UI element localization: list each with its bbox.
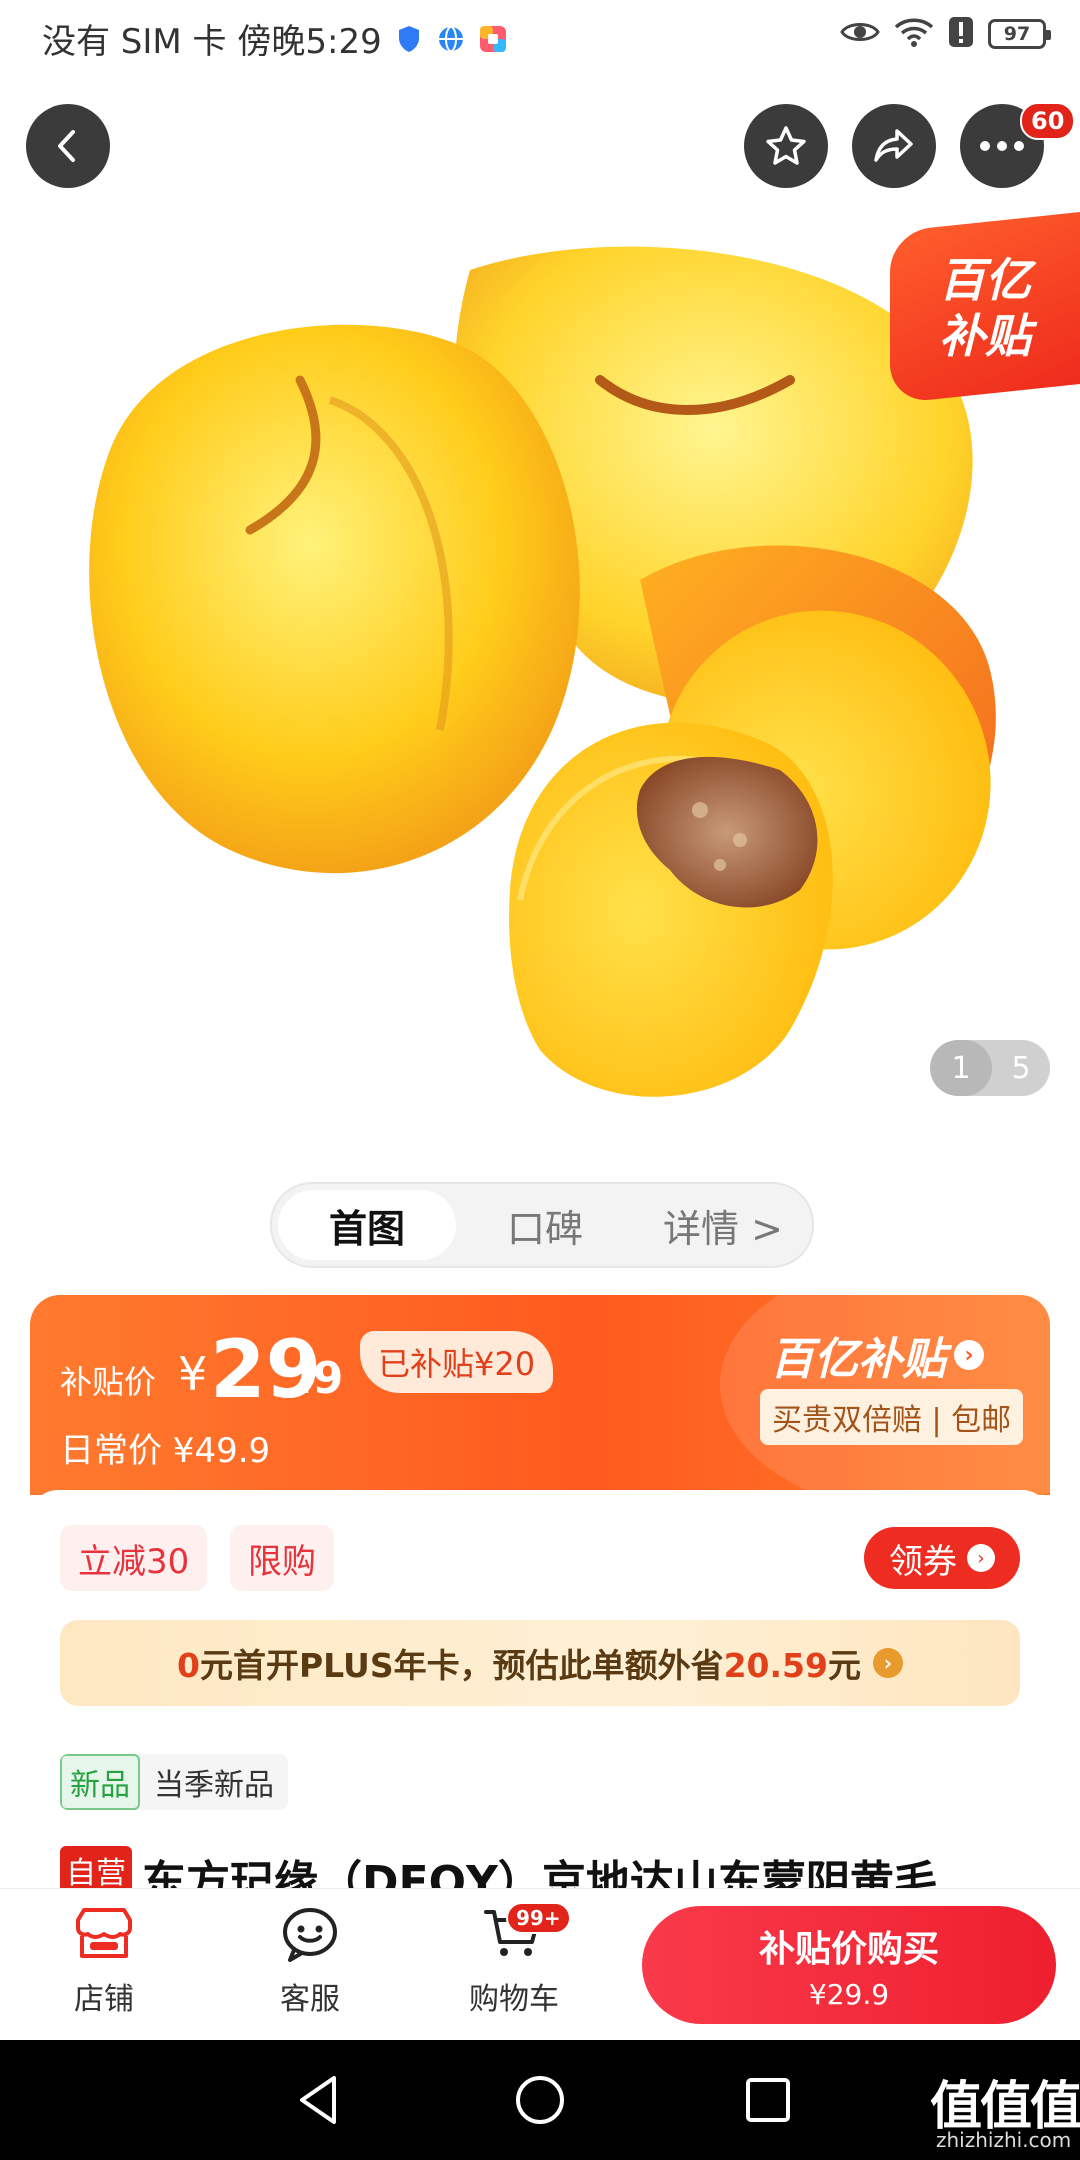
chevron-right-icon: › (872, 1648, 903, 1678)
nav-home-button[interactable] (512, 2072, 568, 2128)
price-label: 补贴价 (60, 1363, 157, 1401)
price-card: 补贴价 ¥ 29 .9 已补贴¥20 日常价 ¥49.9 百亿补贴 › 买贵双倍… (30, 1295, 1050, 1495)
product-title: 东方玘缘（DFQY）京地达山东蒙阴黄毛 (142, 1857, 938, 1888)
new-tag-badge: 新品 (60, 1754, 140, 1810)
chevron-left-icon (58, 130, 75, 162)
site-watermark-url: zhizhizhi.com (936, 2128, 1072, 2152)
square-recents-icon (746, 2078, 790, 2122)
message-count-badge: 60 (1020, 102, 1076, 140)
share-icon (874, 129, 913, 162)
plus-suffix: 元 (827, 1646, 861, 1685)
customer-service-button[interactable]: 客服 (240, 1906, 380, 2018)
self-operated-badge: 自营 (60, 1846, 132, 1888)
chevron-right-icon: › (967, 1544, 995, 1572)
regular-price: 日常价 ¥49.9 (60, 1431, 271, 1471)
new-product-tag: 新品 当季新品 (60, 1754, 288, 1810)
get-coupon-button[interactable]: 领券 › (864, 1527, 1020, 1589)
store-label: 店铺 (74, 1982, 134, 2017)
battery-level: 97 (1003, 23, 1031, 45)
subsidy-badge: 百亿 补贴 (890, 212, 1080, 404)
plus-middle: 元首开PLUS年卡，预估此单额外省 (199, 1646, 724, 1685)
plus-membership-banner[interactable]: 0元首开PLUS年卡，预估此单额外省20.59元 › (60, 1620, 1020, 1706)
chat-face-icon (283, 1908, 337, 1962)
more-dots-icon (980, 141, 1024, 151)
tab-reviews[interactable]: 口碑 (456, 1190, 634, 1260)
limit-chip: 限购 (230, 1525, 334, 1591)
section-tabs: 首图 口碑 详情 > (270, 1182, 814, 1268)
subsidized-amount-tag: 已补贴¥20 (360, 1331, 554, 1393)
new-tag-text: 当季新品 (154, 1768, 274, 1803)
nav-recents-button[interactable] (740, 2072, 796, 2128)
discount-chip: 立减30 (60, 1525, 208, 1591)
page-total: 5 (1011, 1050, 1031, 1086)
star-icon (766, 126, 806, 165)
buy-now-button[interactable]: 补贴价购买 ¥29.9 (642, 1906, 1056, 2024)
tab-main-image[interactable]: 首图 (278, 1190, 456, 1260)
triangle-back-icon (300, 2076, 336, 2124)
app-colorful-icon (478, 24, 508, 54)
app-globe-icon (436, 24, 466, 54)
tab-details[interactable]: 详情 > (634, 1190, 812, 1260)
buy-button-label: 补贴价购买 (758, 1928, 939, 1970)
plus-amount: 20.59 (723, 1646, 828, 1685)
billion-subsidy-link[interactable]: 百亿补贴 › (770, 1323, 984, 1387)
circle-home-icon (516, 2076, 564, 2124)
share-button[interactable] (852, 104, 936, 188)
shield-icon (394, 24, 424, 54)
nav-back-button[interactable] (290, 2072, 346, 2128)
eye-icon (840, 18, 880, 50)
subsidy-badge-line2: 补贴 (939, 309, 1031, 363)
billion-subsidy-logo: 百亿补贴 (770, 1334, 946, 1385)
cart-count-badge: 99+ (506, 1902, 571, 1934)
product-title-row: 自营 东方玘缘（DFQY）京地达山东蒙阴黄毛 (60, 1846, 1050, 1888)
wifi-icon (894, 17, 934, 51)
plus-prefix: 0 (177, 1646, 200, 1685)
coupon-label: 领券 (889, 1541, 957, 1582)
chevron-right-icon: › (954, 1340, 984, 1370)
battery-indicator: 97 (988, 19, 1051, 49)
alert-icon (948, 16, 974, 52)
cart-label: 购物车 (469, 1982, 559, 2017)
store-button[interactable]: 店铺 (34, 1906, 174, 2018)
status-right: 97 (840, 16, 1051, 52)
back-button[interactable] (26, 104, 110, 188)
price-decimal: .9 (296, 1353, 344, 1404)
plus-banner-text: 0元首开PLUS年卡，预估此单额外省20.59元 (177, 1639, 861, 1687)
subsidy-badge-line1: 百亿 (939, 253, 1031, 307)
favorite-button[interactable] (744, 104, 828, 188)
customer-service-label: 客服 (280, 1982, 340, 2017)
image-page-indicator: 1 5 (930, 1040, 1050, 1096)
price-currency: ¥ (178, 1347, 208, 1401)
store-icon (76, 1908, 132, 1958)
page-current: 1 (930, 1040, 992, 1096)
status-left: 没有 SIM 卡 傍晚5:29 (42, 14, 508, 63)
status-text: 没有 SIM 卡 傍晚5:29 (42, 22, 382, 62)
buy-button-price: ¥29.9 (808, 1977, 890, 2011)
subsidy-promise: 买贵双倍赔 | 包邮 (760, 1389, 1024, 1445)
